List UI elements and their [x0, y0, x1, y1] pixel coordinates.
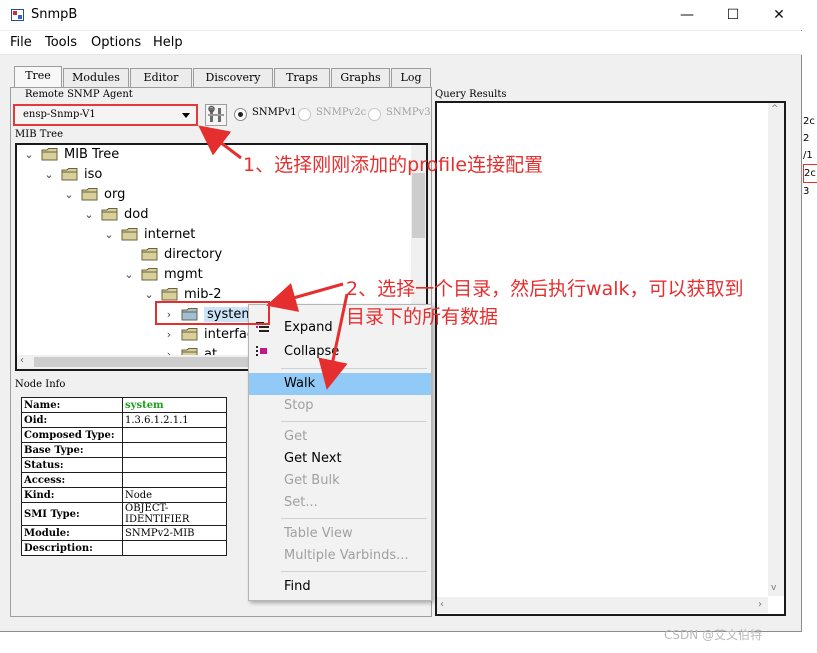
annotation-step1: 1、选择刚刚添加的profile连接配置	[243, 154, 544, 176]
watermark: CSDN @艾文伯特	[664, 628, 763, 642]
system-highlight-box	[155, 301, 270, 325]
arrow-step2-to-walk	[318, 293, 349, 390]
annotation-step2-line1: 2、选择一个目录，然后执行walk，可以获取到	[346, 278, 744, 300]
arrow-step2-to-system	[266, 282, 344, 312]
arrow-step1	[198, 125, 242, 160]
annotation-step2-line2: 目录下的所有数据	[346, 306, 499, 328]
